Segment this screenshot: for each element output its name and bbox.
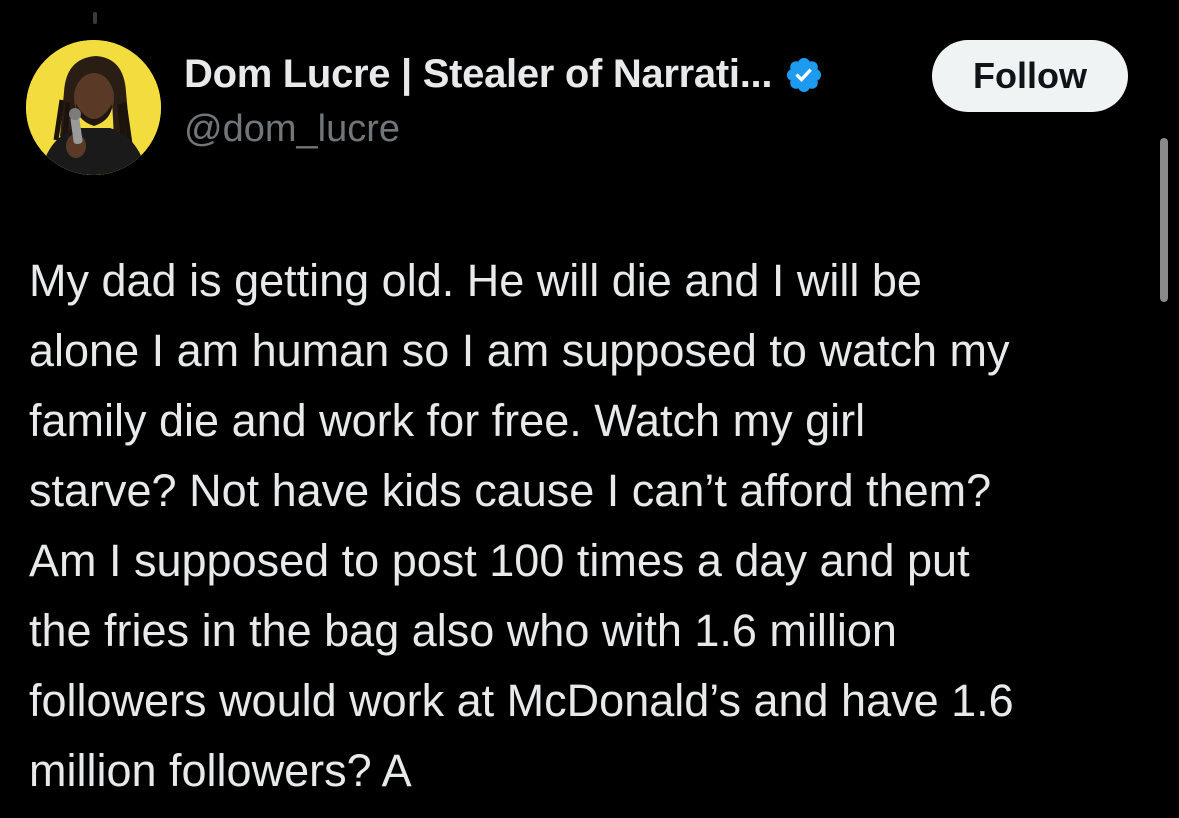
scrollbar[interactable] bbox=[1160, 138, 1168, 302]
tweet-line: million followers? A bbox=[29, 745, 412, 796]
tweet-line: family die and work for free. Watch my g… bbox=[29, 395, 866, 446]
avatar[interactable] bbox=[26, 40, 161, 175]
author-name-row: Dom Lucre | Stealer of Narrati... bbox=[184, 52, 824, 97]
verified-badge-icon bbox=[784, 55, 824, 95]
author-handle[interactable]: @dom_lucre bbox=[184, 108, 400, 151]
tweet-line: starve? Not have kids cause I can’t affo… bbox=[29, 465, 992, 516]
avatar-photo bbox=[26, 40, 161, 175]
tweet-line: Am I supposed to post 100 times a day an… bbox=[29, 535, 970, 586]
tweet-line: My dad is getting old. He will die and I… bbox=[29, 255, 922, 306]
author-display-name[interactable]: Dom Lucre | Stealer of Narrati... bbox=[184, 52, 772, 97]
tweet-line: followers would work at McDonald’s and h… bbox=[29, 675, 1014, 726]
tweet-line: alone I am human so I am supposed to wat… bbox=[29, 325, 1010, 376]
tweet-text: My dad is getting old. He will die and I… bbox=[29, 246, 1159, 806]
follow-button[interactable]: Follow bbox=[932, 40, 1128, 112]
top-edge-mark bbox=[93, 12, 97, 24]
tweet-line: the fries in the bag also who with 1.6 m… bbox=[29, 605, 897, 656]
